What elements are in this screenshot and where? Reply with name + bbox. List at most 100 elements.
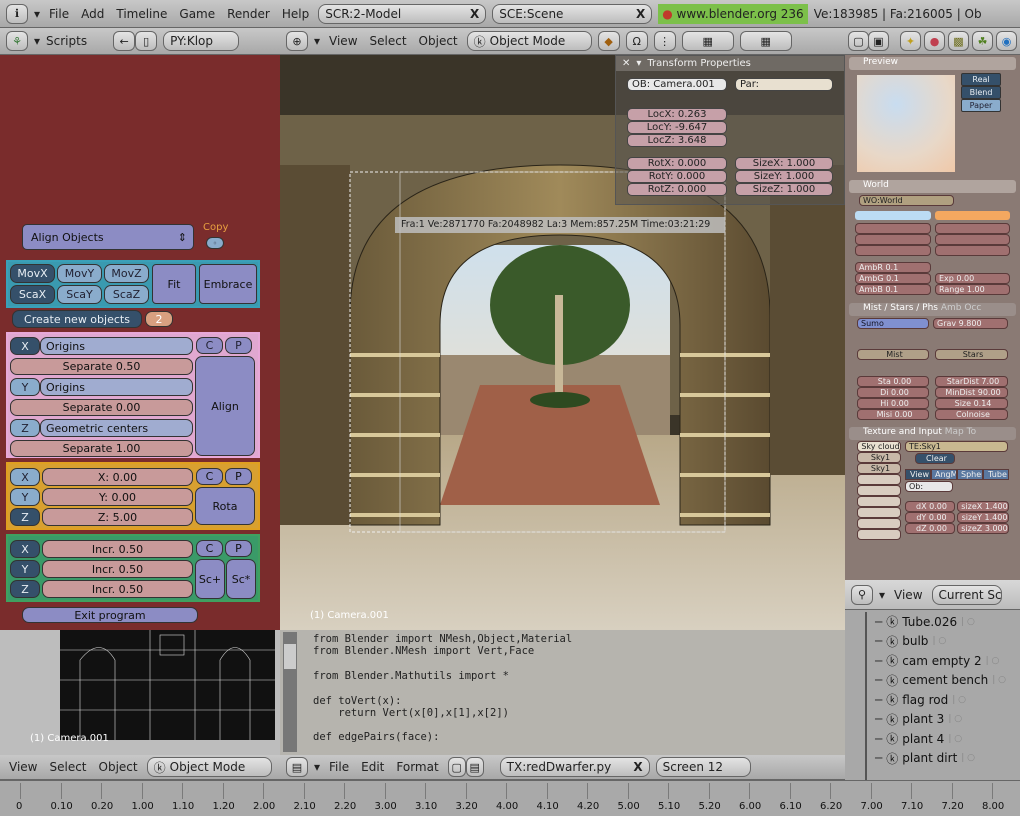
rot-paste-button[interactable]: P (225, 468, 252, 485)
buttons-editor-icon[interactable]: ▢ (848, 31, 869, 51)
rotation-field[interactable]: RotZ: 0.000 (627, 183, 727, 196)
create-new-objects-button[interactable]: Create new objects (12, 310, 142, 328)
align-mode-select[interactable]: Origins (40, 337, 193, 355)
texture-icon[interactable]: ▩ (948, 31, 969, 51)
collapse-menu-icon[interactable]: ▾ (879, 588, 885, 602)
menu-format[interactable]: Format (393, 760, 441, 774)
zenith-color-swatch[interactable] (935, 211, 1010, 220)
separate-field[interactable]: Separate 0.00 (10, 399, 193, 416)
screen-selector[interactable]: SCR:2-Model X (318, 3, 487, 24)
menu-file[interactable]: File (46, 7, 72, 21)
menu-select[interactable]: Select (46, 760, 89, 774)
menu-timeline[interactable]: Timeline (113, 7, 170, 21)
axis-z-toggle[interactable]: Z (10, 419, 40, 437)
zenith-color-slider[interactable] (935, 234, 1010, 245)
ambient-field[interactable]: AmbG 0.1 (855, 273, 931, 284)
location-field[interactable]: LocZ: 3.648 (627, 134, 727, 147)
movx-button[interactable]: MovX (10, 264, 55, 283)
separate-field[interactable]: Separate 1.00 (10, 440, 193, 457)
exposure-field[interactable]: Range 1.00 (935, 284, 1010, 295)
mist-stars-physics-tab[interactable]: Mist / Stars / Phs Amb Occ (849, 303, 1016, 316)
stars-toggle[interactable]: Stars (935, 349, 1008, 360)
menu-object[interactable]: Object (96, 760, 141, 774)
map-to-tab[interactable]: Map To (945, 427, 976, 437)
fit-button[interactable]: Fit (152, 264, 196, 304)
clear-texture-button[interactable]: Clear (915, 453, 955, 464)
mode-selector[interactable]: ⓚ Object Mode (466, 31, 592, 51)
scale-add-button[interactable]: Sc+ (195, 559, 225, 599)
rot-copy-button[interactable]: C (196, 468, 223, 485)
scene-selector[interactable]: SCE:Scene X (492, 3, 653, 24)
mist-field[interactable]: Sta 0.00 (857, 376, 929, 387)
timeline[interactable]: 0 0.10 0.20 1.00 1.10 1.20 2.00 2.10 2.20 3.00 3.1… (0, 780, 1020, 816)
ambient-field[interactable]: AmbB 0.1 (855, 284, 931, 295)
gravity-field[interactable]: Grav 9.800 (933, 318, 1008, 329)
collapse-icon[interactable]: ▾ (636, 58, 641, 69)
preview-blend-button[interactable]: Blend (961, 86, 1001, 99)
empty-texture-channel[interactable] (857, 507, 901, 518)
rotation-field[interactable]: RotY: 0.000 (627, 170, 727, 183)
zenith-color-slider[interactable] (935, 223, 1010, 234)
align-paste-button[interactable]: P (225, 337, 252, 354)
location-field[interactable]: LocX: 0.263 (627, 108, 727, 121)
scaz-button[interactable]: ScaZ (104, 285, 149, 304)
close-icon[interactable]: X (636, 7, 645, 21)
pivot-icon[interactable]: Ω (625, 31, 648, 51)
radiosity-icon[interactable]: ☘ (972, 31, 993, 51)
camera-viewport[interactable]: (1) Camera.001 (0, 630, 280, 755)
close-icon[interactable]: X (633, 760, 642, 774)
parent-field[interactable]: Par: (735, 78, 833, 91)
offset-field[interactable]: dY 0.00 (905, 512, 955, 523)
outliner-item[interactable]: ─ ⓚ cam empty 2 | ○ (875, 652, 999, 669)
location-field[interactable]: LocY: -9.647 (627, 121, 727, 134)
texture-channel[interactable]: Sky1 (857, 452, 901, 463)
increment-field[interactable]: Incr. 0.50 (42, 560, 193, 578)
incr-copy-button[interactable]: C (196, 540, 223, 557)
menu-object[interactable]: Object (416, 34, 461, 48)
fullscreen-icon[interactable]: ▢ (447, 757, 466, 777)
size-field[interactable]: SizeZ: 1.000 (735, 183, 833, 196)
increment-field[interactable]: Incr. 0.50 (42, 540, 193, 558)
layers-row-2[interactable]: ▦ (739, 31, 792, 51)
screen-select[interactable]: Screen 12 (655, 757, 751, 777)
rot-axis-toggle[interactable]: X (10, 468, 40, 486)
restrict-icon[interactable]: | ○ (961, 617, 975, 627)
separate-field[interactable]: Separate 0.50 (10, 358, 193, 375)
align-mode-select[interactable]: Geometric centers (40, 419, 193, 437)
mist-field[interactable]: Misi 0.00 (857, 409, 929, 420)
rot-axis-toggle[interactable]: Y (10, 488, 40, 506)
texture-name-field[interactable]: TE:Sky1 (905, 441, 1008, 452)
script-selector[interactable]: PY:Klop (163, 31, 240, 51)
menu-view[interactable]: View (891, 588, 925, 602)
scax-button[interactable]: ScaX (10, 285, 55, 304)
back-arrow-icon[interactable]: ← (113, 31, 136, 51)
outliner-item[interactable]: ─ ⓚ plant 4 | ○ (875, 730, 962, 747)
menu-edit[interactable]: Edit (358, 760, 387, 774)
size-field[interactable]: SizeX: 1.000 (735, 157, 833, 170)
collapse-menu-icon[interactable]: ▾ (314, 34, 320, 48)
axis-y-toggle[interactable]: Y (10, 378, 40, 396)
menu-view[interactable]: View (326, 34, 360, 48)
align-mode-select[interactable]: Origins (40, 378, 193, 396)
scale-multiply-button[interactable]: Sc* (226, 559, 256, 599)
incr-paste-button[interactable]: P (225, 540, 252, 557)
incr-axis-toggle[interactable]: Y (10, 560, 40, 578)
exposure-field[interactable]: Exp 0.00 (935, 273, 1010, 284)
embrace-button[interactable]: Embrace (199, 264, 257, 304)
preview-real-button[interactable]: Real (961, 73, 1001, 86)
scripts-editor-icon[interactable]: ⚘ (6, 31, 28, 51)
mist-field[interactable]: Di 0.00 (857, 387, 929, 398)
window-icon[interactable]: ▯ (135, 31, 158, 51)
texture-channel[interactable]: Sky1 (857, 463, 901, 474)
outliner-editor-icon[interactable]: ⚲ (851, 584, 873, 605)
collapse-menu-icon[interactable]: ▾ (314, 760, 320, 774)
text-editor[interactable]: from Blender import NMesh,Object,Materia… (280, 630, 845, 755)
mapping-button[interactable]: Tube (983, 469, 1009, 480)
display-mode-select[interactable]: Current Sc (931, 584, 1002, 605)
outliner-item[interactable]: ─ ⓚ plant 3 | ○ (875, 711, 962, 728)
menu-select[interactable]: Select (367, 34, 410, 48)
empty-texture-channel[interactable] (857, 529, 901, 540)
object-name-field[interactable]: OB: Camera.001 (627, 78, 727, 91)
star-field[interactable]: MinDist 90.00 (935, 387, 1008, 398)
scay-button[interactable]: ScaY (57, 285, 102, 304)
